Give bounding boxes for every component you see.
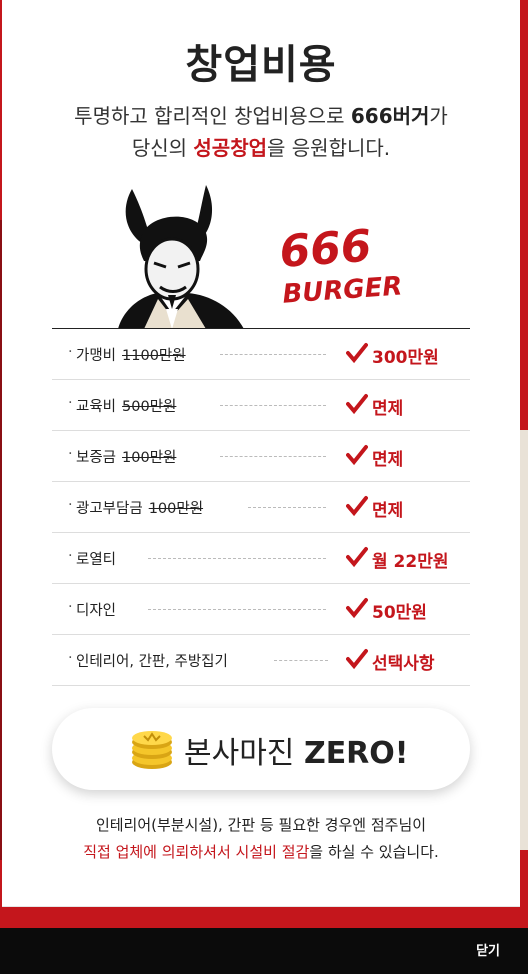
brand-logo: 666 BURGER: [278, 221, 403, 305]
intro-line-2-suffix: 을 응원합니다.: [267, 136, 391, 160]
price-row: 로열티 월 22만원: [52, 533, 470, 584]
intro-line-1: 투명하고 합리적인 창업비용으로 666버거가: [2, 100, 520, 132]
modal-title: 창업비용: [185, 42, 337, 88]
price-item-label: 로열티: [68, 548, 117, 569]
check-icon: [346, 649, 368, 670]
price-value: 면제: [372, 501, 404, 521]
price-old-value: 100만원: [122, 450, 177, 466]
intro-line-1-prefix: 투명하고 합리적인 창업비용으로: [74, 104, 351, 128]
modal-divider: [2, 906, 520, 907]
footnote-line-1: 인테리어(부분시설), 간판 등 필요한 경우엔 점주님이: [95, 816, 427, 834]
leader-dots: [220, 405, 326, 406]
price-value: 선택사항: [372, 654, 435, 674]
bottom-bar: 닫기: [0, 928, 528, 974]
intro-text: 투명하고 합리적인 창업비용으로 666버거가 당신의 성공창업을 응원합니다.: [2, 100, 520, 164]
price-value: 월 22만원: [372, 552, 449, 572]
coin-stack-icon: [132, 731, 172, 769]
price-item-name: 보증금: [76, 450, 117, 466]
price-item-label: 디자인: [68, 599, 117, 620]
leader-dots: [220, 456, 326, 457]
intro-brand-name: 666버거: [350, 104, 430, 128]
price-list: 가맹비1100만원 300만원 교육비500만원 면제 보증금100만원 면제 …: [52, 328, 470, 686]
price-item-label: 교육비 500만원: [68, 395, 177, 416]
zero-margin-bold: ZERO!: [303, 736, 409, 771]
price-row: 인테리어, 간판, 주방집기 선택사항: [52, 635, 470, 686]
check-icon: [346, 496, 368, 517]
intro-line-2-prefix: 당신의: [131, 136, 194, 160]
price-old-value: 500만원: [122, 399, 177, 415]
price-row: 교육비 500만원 면제: [52, 380, 470, 431]
check-icon: [346, 598, 368, 619]
price-item-name: 로열티: [76, 552, 117, 568]
zero-margin-prefix: 본사마진: [184, 736, 304, 771]
price-item-label: 보증금 100만원: [68, 446, 177, 467]
price-item-name: 디자인: [76, 603, 117, 619]
zero-margin-banner: 본사마진 ZERO!: [52, 708, 470, 790]
check-icon: [346, 547, 368, 568]
intro-highlight: 성공창업: [193, 136, 268, 160]
price-row: 광고부담금 100만원 면제: [52, 482, 470, 533]
footnote-highlight: 직접 업체에 의뢰하셔서 시설비 절감: [83, 843, 310, 861]
check-icon: [346, 445, 368, 466]
footnote-line-2: 직접 업체에 의뢰하셔서 시설비 절감을 하실 수 있습니다.: [2, 839, 520, 866]
price-item-name: 인테리어, 간판, 주방집기: [76, 654, 228, 670]
price-item-label: 인테리어, 간판, 주방집기: [68, 650, 228, 671]
brand-logo-number: 666: [278, 221, 373, 278]
price-value: 면제: [372, 450, 404, 470]
intro-line-1-suffix: 가: [429, 104, 448, 128]
leader-dots: [148, 558, 326, 559]
startup-cost-modal: 창업비용 투명하고 합리적인 창업비용으로 666버거가 당신의 성공창업을 응…: [2, 0, 520, 906]
intro-line-2: 당신의 성공창업을 응원합니다.: [2, 132, 520, 164]
leader-dots: [274, 660, 328, 661]
footnote: 인테리어(부분시설), 간판 등 필요한 경우엔 점주님이 직접 업체에 의뢰하…: [2, 812, 520, 866]
check-icon: [346, 343, 368, 364]
price-value: 300만원: [372, 348, 439, 368]
price-old-value: 1100만원: [122, 348, 186, 364]
price-item-label: 광고부담금 100만원: [68, 497, 204, 518]
price-value: 면제: [372, 399, 404, 419]
price-item-label: 가맹비 1100만원: [68, 344, 186, 365]
leader-dots: [248, 507, 326, 508]
price-item-name: 광고부담금: [76, 501, 143, 517]
leader-dots: [220, 354, 326, 355]
zero-margin-text: 본사마진 ZERO!: [184, 728, 408, 772]
price-item-name: 교육비: [76, 399, 117, 415]
footnote-line-2-suffix: 을 하실 수 있습니다.: [309, 843, 439, 861]
devil-mascot-illustration: [118, 185, 244, 329]
price-row: 가맹비 1100만원 300만원: [52, 329, 470, 380]
price-item-name: 가맹비: [76, 348, 117, 364]
price-value: 50만원: [372, 603, 427, 623]
leader-dots: [148, 609, 326, 610]
close-button[interactable]: 닫기: [476, 940, 500, 959]
price-row: 디자인 50만원: [52, 584, 470, 635]
price-old-value: 100만원: [148, 501, 204, 517]
price-row: 보증금 100만원 면제: [52, 431, 470, 482]
check-icon: [346, 394, 368, 415]
